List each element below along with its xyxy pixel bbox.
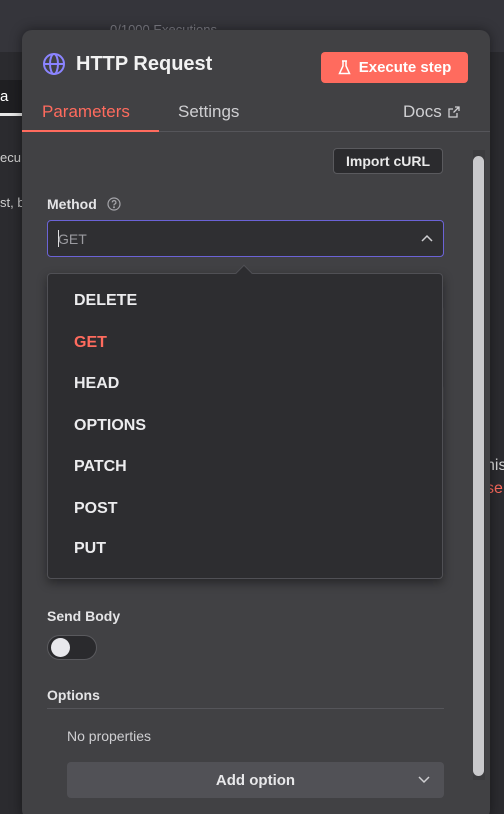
method-select[interactable]: GET [47,220,444,257]
method-dropdown: DELETE GET HEAD OPTIONS PATCH POST PUT [47,264,443,579]
no-properties-text: No properties [67,728,152,744]
panel-tabs: Parameters Settings Docs [22,94,490,132]
scrollbar-thumb[interactable] [473,156,484,776]
docs-label: Docs [403,102,442,121]
background-text: ecu [0,150,21,165]
method-option[interactable]: PUT [48,530,442,568]
external-link-icon [448,106,460,118]
method-option-selected[interactable]: GET [48,324,442,362]
method-option[interactable]: DELETE [48,282,442,320]
active-tab-indicator [22,130,159,132]
method-option[interactable]: OPTIONS [48,407,442,445]
chevron-down-icon [418,776,430,784]
tab-parameters[interactable]: Parameters [42,102,130,122]
send-body-label: Send Body [47,608,121,624]
method-option[interactable]: HEAD [48,365,442,403]
execute-step-label: Execute step [358,59,452,76]
toggle-knob [51,638,70,657]
flask-icon [338,60,351,75]
node-title: HTTP Request [42,52,212,76]
background-text: st, b [0,195,25,210]
add-option-button[interactable]: Add option [67,762,444,798]
help-icon[interactable] [107,197,121,211]
background-tab[interactable]: a [0,80,22,116]
tab-settings[interactable]: Settings [178,102,239,122]
node-details-panel: HTTP Request Execute step Parameters Set… [22,30,490,814]
method-option[interactable]: POST [48,490,442,528]
dropdown-arrow [235,264,253,282]
method-select-value: GET [58,231,87,247]
options-label: Options [47,687,100,703]
node-title-text[interactable]: HTTP Request [76,53,212,76]
add-option-label: Add option [215,772,296,789]
options-divider [47,708,444,709]
method-option[interactable]: PATCH [48,448,442,486]
panel-header: HTTP Request Execute step Parameters Set… [22,30,490,132]
docs-link[interactable]: Docs [403,102,460,122]
method-label-text: Method [47,196,97,212]
execute-step-button[interactable]: Execute step [321,52,468,83]
chevron-up-icon[interactable] [421,233,433,243]
method-label: Method [47,196,121,212]
globe-icon [43,53,65,75]
send-body-toggle[interactable] [47,635,97,660]
import-curl-button[interactable]: Import cURL [333,148,443,174]
